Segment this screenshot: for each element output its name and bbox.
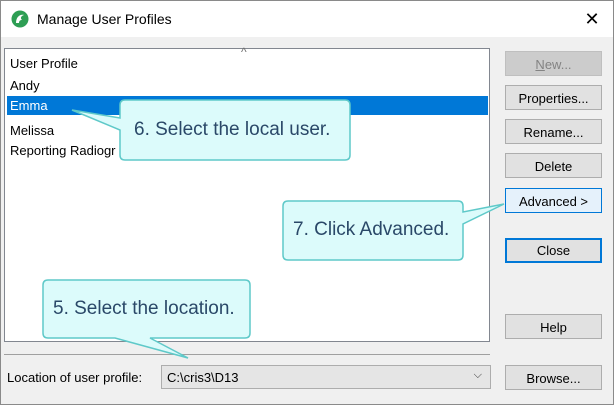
callout-step5-text: 5. Select the location. (53, 298, 235, 319)
callout-step7-text: 7. Click Advanced. (293, 219, 450, 240)
callout-layer (42, 99, 505, 359)
callout-step6-text: 6. Select the local user. (134, 119, 331, 140)
